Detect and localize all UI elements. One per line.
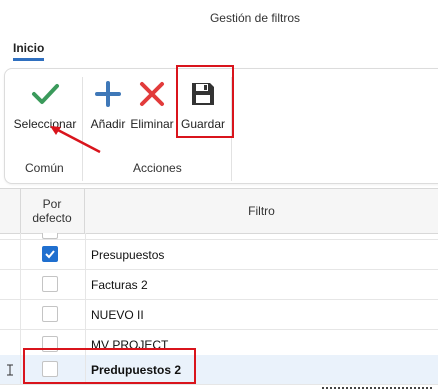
checkmark-icon <box>45 250 55 259</box>
filter-name: Presupuestos <box>91 247 165 262</box>
checkmark-icon <box>30 77 60 111</box>
row-indicator <box>0 233 21 239</box>
annotation-highlight-box <box>23 348 196 384</box>
column-header-filter[interactable]: Filtro <box>85 189 438 233</box>
table-row[interactable]: NUEVO II <box>0 300 438 330</box>
filter-name: NUEVO II <box>91 307 144 322</box>
column-header-default[interactable]: Por defecto <box>20 189 85 233</box>
row-indicator-header <box>0 189 21 233</box>
truncated-footer-text <box>322 385 432 389</box>
table-row[interactable]: Presupuestos <box>0 240 438 270</box>
grid-header: Por defecto Filtro <box>0 189 438 234</box>
default-checkbox[interactable] <box>42 233 58 239</box>
delete-button-label: Eliminar <box>130 117 174 131</box>
default-checkbox[interactable] <box>42 276 58 292</box>
table-row[interactable] <box>0 233 438 240</box>
x-icon <box>138 77 166 111</box>
row-indicator <box>0 355 21 384</box>
window-title: Gestión de filtros <box>209 11 301 25</box>
default-cell <box>20 240 86 269</box>
ribbon-tabbar: Inicio <box>0 38 438 64</box>
filter-name: Facturas 2 <box>91 277 148 292</box>
group-label-comun: Común <box>25 161 64 175</box>
table-row[interactable]: Facturas 2 <box>0 270 438 300</box>
row-indicator <box>0 240 21 269</box>
tab-inicio[interactable]: Inicio <box>13 41 45 61</box>
row-indicator <box>0 270 21 299</box>
plus-icon <box>94 77 122 111</box>
text-cursor-icon <box>7 364 13 376</box>
annotation-arrow <box>50 126 101 154</box>
delete-button[interactable]: Eliminar <box>129 77 175 131</box>
default-cell <box>20 233 86 239</box>
row-indicator <box>0 300 21 329</box>
annotation-highlight-box <box>176 65 234 138</box>
default-checkbox[interactable] <box>42 306 58 322</box>
default-cell <box>20 300 86 329</box>
group-label-acciones: Acciones <box>133 161 182 175</box>
default-checkbox[interactable] <box>42 246 58 262</box>
window-titlebar: Gestión de filtros <box>0 0 438 36</box>
default-cell <box>20 270 86 299</box>
